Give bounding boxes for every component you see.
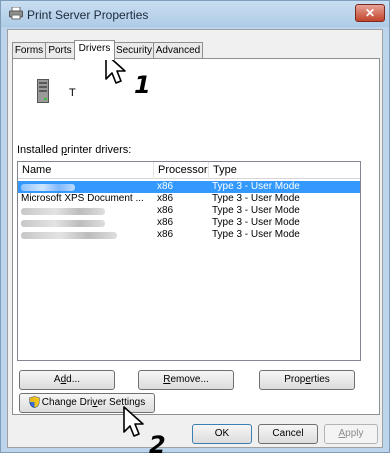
column-processor[interactable]: Processor xyxy=(154,162,209,179)
redacted-driver-name xyxy=(21,208,105,215)
driver-processor: x86 xyxy=(157,205,174,216)
driver-row[interactable]: x86 Type 3 - User Mode xyxy=(18,229,360,241)
driver-processor: x86 xyxy=(157,229,174,240)
driver-row[interactable]: x86 Type 3 - User Mode xyxy=(18,181,360,193)
driver-type: Type 3 - User Mode xyxy=(212,205,300,216)
driver-name xyxy=(18,229,154,241)
server-name: T xyxy=(69,87,76,99)
installed-drivers-label: Installed printer drivers: xyxy=(17,144,132,156)
driver-type: Type 3 - User Mode xyxy=(212,229,300,240)
tab-ports[interactable]: Ports xyxy=(45,42,75,59)
printer-icon xyxy=(9,7,23,20)
driver-row[interactable]: Microsoft XPS Document ... x86 Type 3 - Us… xyxy=(18,193,360,205)
driver-type: Type 3 - User Mode xyxy=(212,181,300,192)
driver-name xyxy=(18,181,154,193)
column-type[interactable]: Type xyxy=(209,162,360,179)
driver-name xyxy=(18,217,154,229)
title-bar[interactable]: Print Server Properties ✕ xyxy=(1,1,389,27)
driver-name: Microsoft XPS Document ... xyxy=(21,193,144,204)
cancel-button[interactable]: Cancel xyxy=(258,424,318,444)
uac-shield-icon xyxy=(28,396,40,409)
driver-type: Type 3 - User Mode xyxy=(212,193,300,204)
remove-button[interactable]: Remove... xyxy=(138,370,234,390)
driver-processor: x86 xyxy=(157,181,174,192)
properties-button[interactable]: Properties xyxy=(259,370,355,390)
redacted-driver-name xyxy=(21,232,117,239)
step-2-cursor-callout: 2 xyxy=(123,406,166,453)
column-name[interactable]: Name xyxy=(18,162,154,179)
driver-type: Type 3 - User Mode xyxy=(212,217,300,228)
drivers-tab-panel: T Installed printer drivers: Name Proces… xyxy=(12,58,380,415)
redacted-driver-name xyxy=(21,184,75,191)
driver-processor: x86 xyxy=(157,193,174,204)
driver-row[interactable]: x86 Type 3 - User Mode xyxy=(18,217,360,229)
drivers-list[interactable]: Name Processor Type x86 Type 3 - User Mod… xyxy=(17,161,361,361)
add-button[interactable]: Add... xyxy=(19,370,115,390)
close-button[interactable]: ✕ xyxy=(355,4,385,22)
step-2-number: 2 xyxy=(149,431,166,453)
driver-processor: x86 xyxy=(157,217,174,228)
tab-advanced[interactable]: Advanced xyxy=(153,42,203,59)
server-icon xyxy=(37,79,49,103)
driver-row[interactable]: x86 Type 3 - User Mode xyxy=(18,205,360,217)
ok-button[interactable]: OK xyxy=(192,424,252,444)
driver-name xyxy=(18,205,154,217)
print-server-properties-dialog: Print Server Properties ✕ Forms Ports Dr… xyxy=(0,0,390,453)
dialog-client-area: Forms Ports Drivers Security Advanced T … xyxy=(7,29,383,448)
apply-button[interactable]: Apply xyxy=(324,424,378,444)
window-title: Print Server Properties xyxy=(27,8,149,22)
step-1-number: 1 xyxy=(134,71,151,95)
tab-drivers[interactable]: Drivers xyxy=(74,40,115,60)
redacted-driver-name xyxy=(21,220,105,227)
list-header: Name Processor Type xyxy=(18,162,360,179)
tab-forms[interactable]: Forms xyxy=(12,42,46,59)
